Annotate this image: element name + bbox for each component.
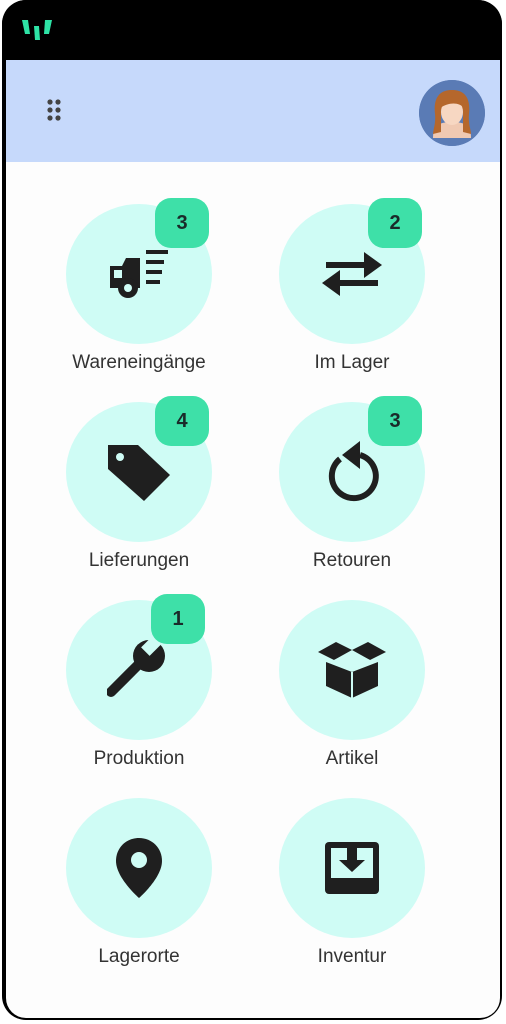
phone-frame: 3 Wareneingänge 2 Im Lager 4 Lieferungen… <box>2 0 502 1020</box>
avatar-icon <box>419 80 485 146</box>
grid-dots-icon <box>47 99 61 121</box>
tile-lieferungen[interactable]: 4 Lieferungen <box>59 396 219 592</box>
count-badge: 4 <box>155 396 209 446</box>
menu-button[interactable] <box>40 96 68 124</box>
undo-arrow-icon <box>328 441 379 502</box>
tile-label: Wareneingänge <box>72 352 206 373</box>
app-screen: 3 Wareneingänge 2 Im Lager 4 Lieferungen… <box>6 60 500 1018</box>
tile-label: Retouren <box>312 550 392 571</box>
tile-lagerorte[interactable]: Lagerorte <box>59 798 219 988</box>
location-pin-icon <box>116 838 162 898</box>
tile-artikel[interactable]: Artikel <box>272 600 432 790</box>
wrench-icon <box>107 638 165 697</box>
count-badge: 2 <box>368 198 422 248</box>
tile-circle <box>279 798 425 938</box>
tile-label: Im Lager <box>314 352 390 373</box>
open-box-icon <box>318 642 386 698</box>
status-bar <box>2 0 502 60</box>
user-avatar[interactable] <box>419 80 485 146</box>
count-badge: 1 <box>151 594 205 644</box>
tile-label: Lagerorte <box>98 946 180 967</box>
tile-retouren[interactable]: 3 Retouren <box>272 396 432 592</box>
count-badge: 3 <box>155 198 209 248</box>
tile-label: Produktion <box>93 748 185 769</box>
app-logo-icon <box>22 20 52 40</box>
count-badge: 3 <box>368 396 422 446</box>
tile-label: Lieferungen <box>88 550 190 571</box>
tile-produktion[interactable]: 1 Produktion <box>59 594 219 790</box>
tile-label: Artikel <box>325 748 379 769</box>
tile-label: Inventur <box>317 946 387 967</box>
download-tray-icon <box>325 842 379 894</box>
tag-icon <box>108 445 170 501</box>
delivery-truck-icon <box>110 250 168 298</box>
tile-circle <box>279 600 425 740</box>
tile-wareneingaenge[interactable]: 3 Wareneingänge <box>59 198 219 394</box>
transfer-arrows-icon <box>322 252 382 296</box>
tile-im-lager[interactable]: 2 Im Lager <box>272 198 432 394</box>
tile-inventur[interactable]: Inventur <box>272 798 432 988</box>
tile-circle <box>66 798 212 938</box>
app-bar <box>6 60 500 162</box>
